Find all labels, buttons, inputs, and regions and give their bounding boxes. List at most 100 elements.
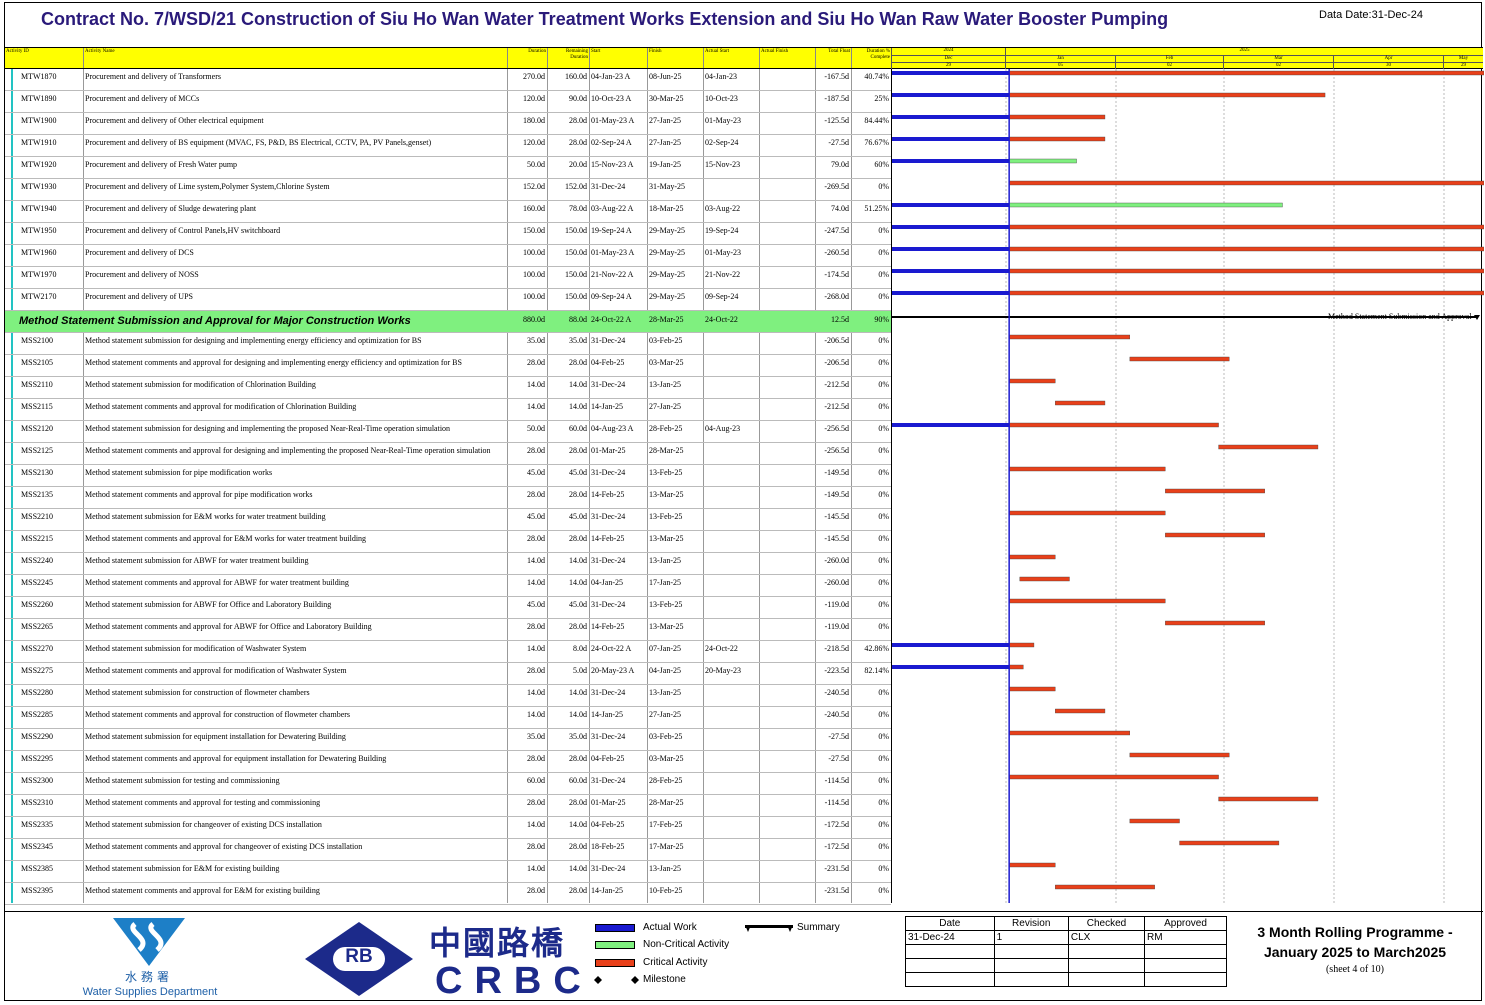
activity-id: MTW1960 (21, 248, 57, 257)
critical-activity-bar[interactable] (1008, 730, 1131, 736)
critical-activity-bar[interactable] (1008, 774, 1219, 780)
actual-work-bar[interactable] (892, 247, 1010, 251)
critical-activity-bar[interactable] (1055, 884, 1155, 890)
table-row[interactable]: MSS2275 Method statement comments and app… (5, 663, 891, 685)
actual-work-bar[interactable] (892, 291, 1010, 295)
table-row[interactable]: MSS2295 Method statement comments and app… (5, 751, 891, 773)
table-row[interactable]: MSS2345 Method statement comments and app… (5, 839, 891, 861)
actual-work-bar[interactable] (892, 137, 1010, 141)
table-row[interactable]: MTW1920 Procurement and delivery of Fresh… (5, 157, 891, 179)
critical-activity-bar[interactable] (1129, 752, 1230, 758)
critical-activity-bar[interactable] (1008, 70, 1484, 76)
critical-activity-bar[interactable] (1165, 620, 1265, 626)
table-row[interactable]: MSS2105 Method statement comments and app… (5, 355, 891, 377)
noncritical-activity-bar[interactable] (1008, 202, 1283, 208)
critical-activity-bar[interactable] (1165, 488, 1265, 494)
critical-activity-bar[interactable] (1019, 576, 1070, 582)
table-row[interactable]: MSS2115 Method statement comments and app… (5, 399, 891, 421)
critical-activity-bar[interactable] (1008, 268, 1484, 274)
critical-activity-bar[interactable] (1008, 510, 1166, 516)
table-row[interactable]: MSS2260 Method statement submission for A… (5, 597, 891, 619)
table-row[interactable]: MSS2270 Method statement submission for m… (5, 641, 891, 663)
critical-activity-bar[interactable] (1008, 598, 1166, 604)
actual-work-bar[interactable] (892, 423, 1010, 427)
table-row[interactable]: MTW1890 Procurement and delivery of MCCs 1… (5, 91, 891, 113)
critical-activity-bar[interactable] (1129, 356, 1230, 362)
header-total-float[interactable]: Total Float (815, 48, 851, 68)
critical-activity-bar[interactable] (1008, 246, 1484, 252)
critical-activity-bar[interactable] (1218, 444, 1319, 450)
actual-work-bar[interactable] (892, 203, 1010, 207)
table-row[interactable]: MSS2215 Method statement comments and app… (5, 531, 891, 553)
table-row[interactable]: MSS2135 Method statement comments and app… (5, 487, 891, 509)
table-row[interactable]: MTW1950 Procurement and delivery of Contr… (5, 223, 891, 245)
critical-activity-bar[interactable] (1055, 400, 1106, 406)
table-row[interactable]: MTW1900 Procurement and delivery of Other… (5, 113, 891, 135)
actual-work-bar[interactable] (892, 665, 1010, 669)
critical-activity-bar[interactable] (1008, 664, 1024, 670)
table-row[interactable]: MSS2285 Method statement comments and app… (5, 707, 891, 729)
summary-row[interactable]: Method Statement Submission and Approval… (5, 311, 891, 333)
header-activity-id[interactable]: Activity ID (5, 48, 83, 68)
table-row[interactable]: MSS2245 Method statement comments and app… (5, 575, 891, 597)
critical-activity-bar[interactable] (1129, 818, 1180, 824)
table-row[interactable]: MTW1870 Procurement and delivery of Trans… (5, 69, 891, 91)
table-row[interactable]: MSS2335 Method statement submission for c… (5, 817, 891, 839)
table-row[interactable]: MSS2120 Method statement submission for d… (5, 421, 891, 443)
table-row[interactable]: MSS2290 Method statement submission for e… (5, 729, 891, 751)
critical-activity-bar[interactable] (1008, 642, 1035, 648)
header-activity-name[interactable]: Activity Name (83, 48, 507, 68)
critical-activity-bar[interactable] (1008, 334, 1131, 340)
actual-work-bar[interactable] (892, 269, 1010, 273)
table-row[interactable]: MSS2300 Method statement submission for t… (5, 773, 891, 795)
table-row[interactable]: MSS2265 Method statement comments and app… (5, 619, 891, 641)
critical-activity-bar[interactable] (1008, 862, 1056, 868)
critical-activity-bar[interactable] (1008, 290, 1484, 296)
noncritical-activity-bar[interactable] (1008, 158, 1077, 164)
actual-work-bar[interactable] (892, 643, 1010, 647)
critical-activity-bar[interactable] (1008, 92, 1326, 98)
actual-work-bar[interactable] (892, 115, 1010, 119)
actual-work-bar[interactable] (892, 225, 1010, 229)
critical-activity-bar[interactable] (1008, 422, 1219, 428)
critical-activity-bar[interactable] (1008, 114, 1106, 120)
table-row[interactable]: MTW1910 Procurement and delivery of BS eq… (5, 135, 891, 157)
table-row[interactable]: MTW1970 Procurement and delivery of NOSS 1… (5, 267, 891, 289)
critical-activity-bar[interactable] (1008, 554, 1056, 560)
critical-activity-bar[interactable] (1055, 708, 1106, 714)
critical-activity-bar[interactable] (1179, 840, 1280, 846)
actual-work-bar[interactable] (892, 159, 1010, 163)
critical-activity-bar[interactable] (1165, 532, 1265, 538)
header-actual-finish[interactable]: Actual Finish (759, 48, 815, 68)
header-remaining[interactable]: Remaining Duration (547, 48, 589, 68)
pct-complete: 25% (874, 94, 889, 103)
table-row[interactable]: MTW1960 Procurement and delivery of DCS 10… (5, 245, 891, 267)
table-row[interactable]: MSS2110 Method statement submission for m… (5, 377, 891, 399)
critical-activity-bar[interactable] (1008, 378, 1056, 384)
table-row[interactable]: MSS2125 Method statement comments and app… (5, 443, 891, 465)
table-row[interactable]: MSS2310 Method statement comments and app… (5, 795, 891, 817)
critical-activity-bar[interactable] (1008, 686, 1056, 692)
critical-activity-bar[interactable] (1218, 796, 1319, 802)
table-row[interactable]: MTW1930 Procurement and delivery of Lime … (5, 179, 891, 201)
actual-work-bar[interactable] (892, 93, 1010, 97)
table-row[interactable]: MSS2395 Method statement comments and app… (5, 883, 891, 905)
critical-activity-bar[interactable] (1008, 466, 1166, 472)
table-row[interactable]: MSS2240 Method statement submission for A… (5, 553, 891, 575)
table-row[interactable]: MSS2385 Method statement submission for E… (5, 861, 891, 883)
table-row[interactable]: MSS2210 Method statement submission for E… (5, 509, 891, 531)
header-duration[interactable]: Duration (507, 48, 547, 68)
table-row[interactable]: MSS2100 Method statement submission for d… (5, 333, 891, 355)
critical-activity-bar[interactable] (1008, 224, 1484, 230)
table-row[interactable]: MSS2280 Method statement submission for c… (5, 685, 891, 707)
table-row[interactable]: MSS2130 Method statement submission for p… (5, 465, 891, 487)
actual-work-bar[interactable] (892, 71, 1010, 75)
header-finish[interactable]: Finish (647, 48, 703, 68)
table-row[interactable]: MTW2170 Procurement and delivery of UPS 10… (5, 289, 891, 311)
header-actual-start[interactable]: Actual Start (703, 48, 759, 68)
critical-activity-bar[interactable] (1008, 180, 1484, 186)
header-start[interactable]: Start (589, 48, 647, 68)
table-row[interactable]: MTW1940 Procurement and delivery of Sludg… (5, 201, 891, 223)
header-pct-complete[interactable]: Duration % Complete (851, 48, 891, 68)
critical-activity-bar[interactable] (1008, 136, 1106, 142)
